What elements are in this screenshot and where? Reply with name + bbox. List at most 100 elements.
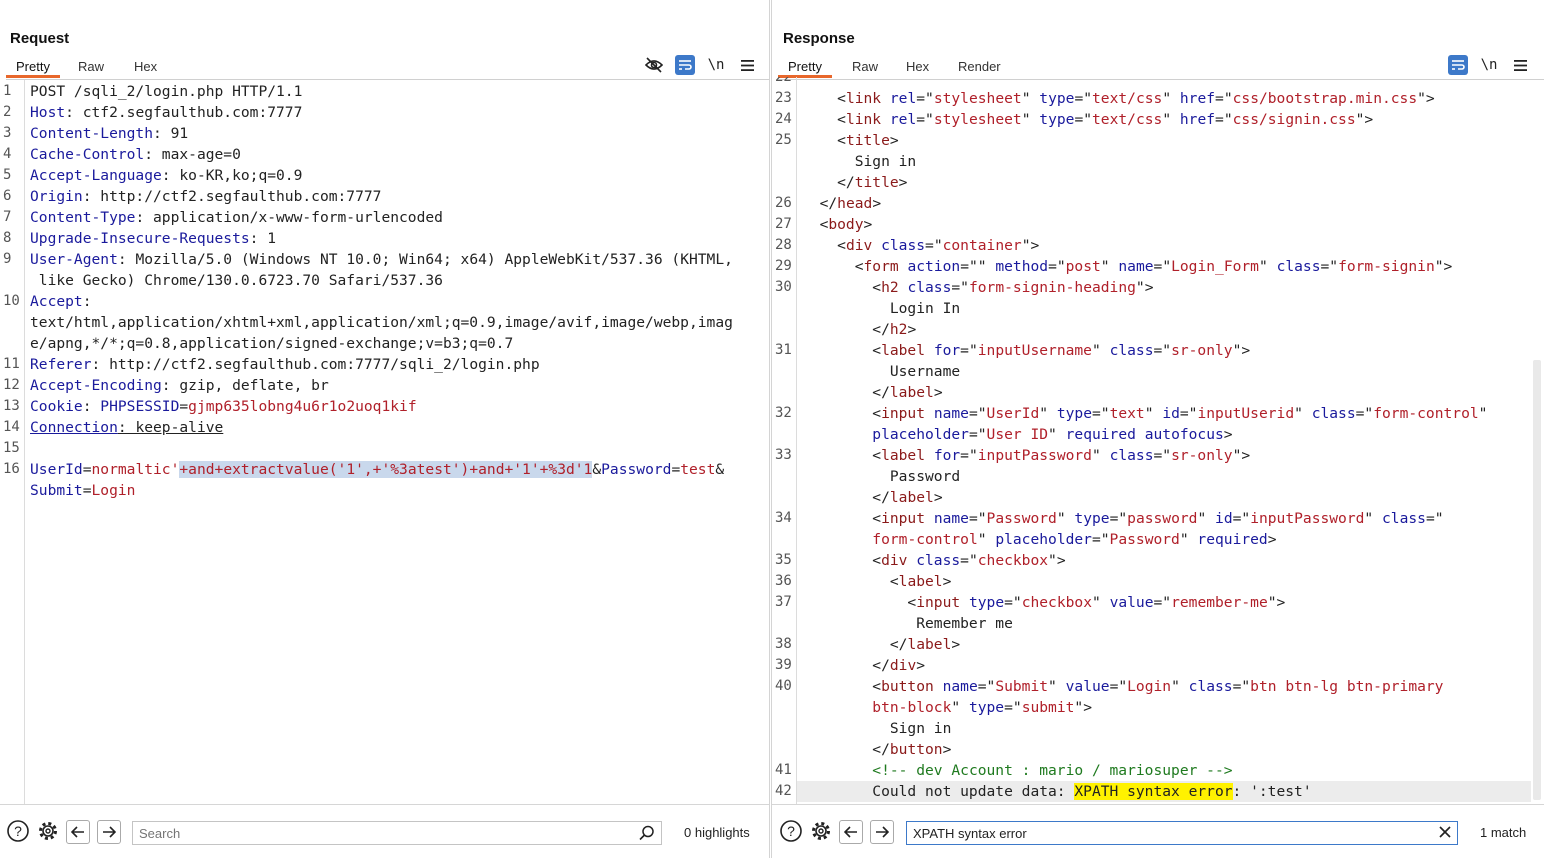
code-token: < [802,90,846,107]
code-token: Accept-Language [30,167,162,184]
code-line: 12 Accept-Encoding: gzip, deflate, br [0,375,769,396]
gear-icon[interactable] [35,818,61,844]
line-number: 42 [775,783,792,799]
code-token: =" [1109,510,1128,527]
code-token: form-signin-heading [968,279,1136,296]
word-wrap-icon[interactable] [1448,55,1468,75]
line-text: btn-block" type="submit"> [802,697,1092,718]
request-search-bar: ? 0 highlights [0,804,769,858]
code-token: button [881,678,934,695]
clear-search-icon[interactable] [1438,825,1452,844]
code-line: 27 <body> [772,214,1544,235]
code-token: form [863,258,899,275]
code-token: inputPassword [977,447,1092,464]
code-line: 1 POST /sqli_2/login.php HTTP/1.1 [0,81,769,102]
line-text: <input type="checkbox" value="remember-m… [802,592,1285,613]
code-token: Submit [30,482,83,499]
line-number: 22 [775,77,792,85]
response-editor[interactable]: 22 23 <link rel="stylesheet" type="text/c… [772,77,1544,805]
help-icon[interactable]: ? [5,818,31,844]
eye-slash-icon[interactable] [644,55,664,75]
response-scrollbar[interactable] [1533,360,1541,800]
selected-text: +and+extractvalue('1',+'%3atest')+and+'1… [179,461,593,478]
code-token: autofocus [1144,426,1224,443]
code-token: : ctf2.segfaulthub.com:7777 [65,104,303,121]
code-line: 11 Referer: http://ctf2.segfaulthub.com:7… [0,354,769,375]
search-icon[interactable] [639,825,655,846]
code-token: class [1109,447,1154,464]
code-token: form-control [872,531,978,548]
tab-render[interactable]: Render [948,57,1011,78]
line-text: <link rel="stylesheet" type="text/css" h… [802,88,1435,109]
code-token: "> [1417,90,1435,107]
code-token: required [1197,531,1268,548]
code-line: e/apng,*/*;q=0.8,application/signed-exch… [0,333,769,354]
line-text: <label> [802,571,952,592]
tab-pretty[interactable]: Pretty [778,57,832,78]
line-number: 23 [775,90,792,106]
code-token: " [1091,447,1110,464]
code-line: Username [772,361,1544,382]
code-token: =" [1004,594,1022,611]
code-token: e/apng,*/*;q=0.8,application/signed-exch… [30,335,514,352]
request-editor[interactable]: 1 POST /sqli_2/login.php HTTP/1.1 2 Host: c… [0,80,769,805]
hamburger-menu-icon[interactable] [1510,55,1530,75]
code-line: 10 Accept: [0,291,769,312]
arrow-left-icon[interactable] [66,820,90,844]
hamburger-menu-icon[interactable] [737,55,757,75]
code-line: 5 Accept-Language: ko-KR,ko;q=0.9 [0,165,769,186]
code-line: 30 <h2 class="form-signin-heading"> [772,277,1544,298]
code-token: =" [1048,258,1066,275]
code-token: " [1092,594,1110,611]
code-token: > [1267,531,1277,548]
line-number: 5 [3,167,12,183]
newline-toggle-icon[interactable]: \n [1479,55,1499,75]
code-token: type [968,699,1005,716]
line-number: 38 [775,636,792,652]
tab-pretty[interactable]: Pretty [6,57,60,78]
tab-hex[interactable]: Hex [124,57,167,78]
code-token: action [907,258,961,275]
line-number: 9 [3,251,12,267]
code-token: title [854,174,899,191]
code-token: " [1048,678,1066,695]
help-icon[interactable]: ? [778,818,804,844]
code-token: & [715,461,725,478]
tab-raw[interactable]: Raw [842,57,888,78]
code-token: < [802,216,829,233]
code-token: input [881,405,926,422]
request-search-input[interactable] [132,821,662,845]
gear-icon[interactable] [808,818,834,844]
code-token: : gzip, deflate, br [161,377,329,394]
arrow-right-icon[interactable] [97,820,121,844]
code-token: Cookie [30,398,83,415]
code-token: class [1188,678,1233,695]
code-token: " [977,531,996,548]
tab-hex[interactable]: Hex [896,57,939,78]
line-text: </title> [802,172,907,193]
line-text: Submit=Login [30,480,135,501]
code-token: =" [1004,699,1022,716]
code-token: Host [30,104,66,121]
arrow-right-icon[interactable] [870,820,894,844]
word-wrap-icon[interactable] [675,55,695,75]
code-line: placeholder="User ID" required autofocus… [772,424,1544,445]
newline-toggle-icon[interactable]: \n [706,55,726,75]
code-line: text/html,application/xhtml+xml,applicat… [0,312,769,333]
code-token: =" [1215,111,1233,128]
line-text: Connection: keep-alive [30,417,223,438]
line-number: 25 [775,132,792,148]
code-token: "> [1267,594,1286,611]
response-search-input[interactable] [906,821,1458,845]
line-text: Cookie: PHPSESSID=gjmp635lobng4u6r1o2uoq… [30,396,417,417]
line-number: 40 [775,678,792,694]
code-token: " [1021,90,1040,107]
arrow-left-icon[interactable] [839,820,863,844]
line-text: POST /sqli_2/login.php HTTP/1.1 [30,81,302,102]
code-line: </label> [772,382,1544,403]
tab-raw[interactable]: Raw [68,57,114,78]
code-token: : http://ctf2.segfaulthub.com:7777/sqli_… [91,356,540,373]
line-text: Accept-Language: ko-KR,ko;q=0.9 [30,165,302,186]
code-token: type [1074,510,1110,527]
